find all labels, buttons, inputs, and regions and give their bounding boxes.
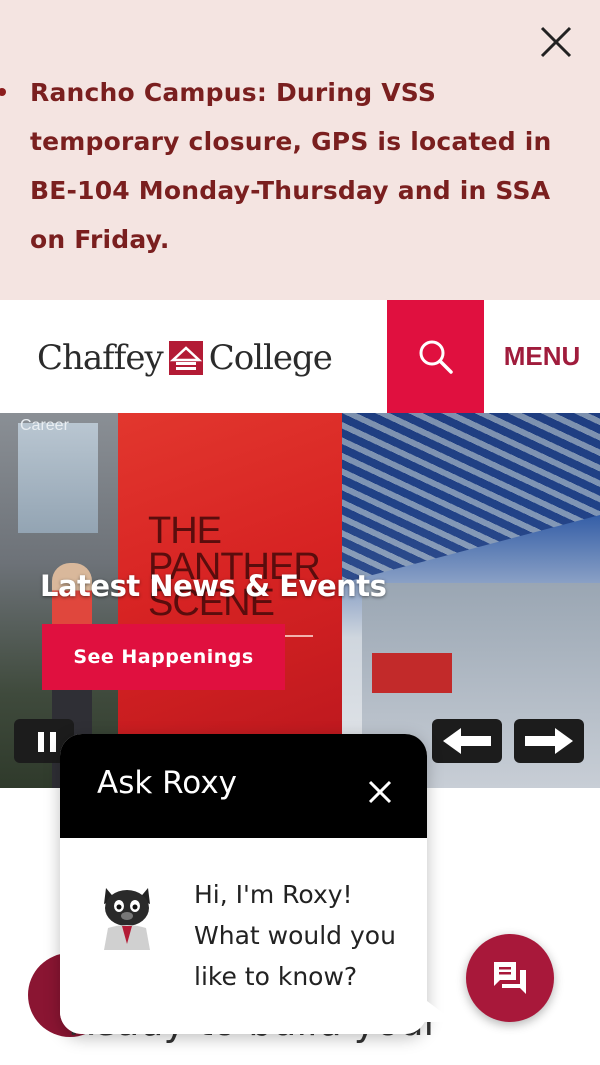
chat-launcher-button[interactable] (466, 934, 554, 1022)
arrow-left-icon (443, 728, 491, 754)
roxy-panther-avatar-icon (104, 888, 150, 950)
chat-widget: Ask Roxy Hi, I'm Roxy! What would you li… (60, 734, 455, 1034)
hero-slider: Career THE PANTHER SCENE Latest News & E… (0, 413, 600, 788)
pause-icon (38, 732, 44, 752)
chat-close-button[interactable] (366, 778, 394, 806)
search-button[interactable] (387, 300, 484, 413)
site-header: Chaffey College MENU (0, 300, 600, 413)
alert-banner: Rancho Campus: During VSS temporary clos… (0, 0, 600, 300)
chaffey-college-logo[interactable]: Chaffey College (37, 338, 333, 378)
building-canopy (342, 413, 600, 583)
panther-scene-text: THE PANTHER SCENE (148, 510, 321, 624)
chat-body: Hi, I'm Roxy! What would you like to kno… (60, 838, 427, 1034)
alert-close-button[interactable] (536, 22, 576, 62)
next-slide-button[interactable] (514, 719, 584, 763)
logo-word-right: College (208, 338, 333, 378)
graphic-rule (283, 635, 313, 637)
search-icon (419, 340, 453, 374)
welcome-banner (372, 653, 452, 693)
previous-slide-button[interactable] (432, 719, 502, 763)
chat-bubble-tail (415, 992, 455, 1022)
arrow-right-icon (525, 728, 573, 754)
see-happenings-button[interactable]: See Happenings (42, 624, 285, 690)
chat-header: Ask Roxy (60, 734, 427, 838)
close-icon (540, 26, 572, 58)
hero-title: Latest News & Events (40, 569, 387, 603)
chat-greeting: Hi, I'm Roxy! What would you like to kno… (194, 880, 396, 991)
close-icon (368, 780, 392, 804)
menu-button[interactable]: MENU (484, 300, 600, 413)
bullet (0, 88, 6, 96)
chat-title: Ask Roxy (97, 765, 238, 801)
career-poster (18, 423, 98, 533)
alert-message[interactable]: Rancho Campus: During VSS temporary clos… (30, 68, 560, 264)
chat-icon (494, 962, 526, 994)
logo-word-left: Chaffey (37, 338, 164, 378)
pause-icon (50, 732, 56, 752)
logo-mark-icon (168, 341, 203, 375)
career-poster-label: Career (20, 417, 69, 434)
